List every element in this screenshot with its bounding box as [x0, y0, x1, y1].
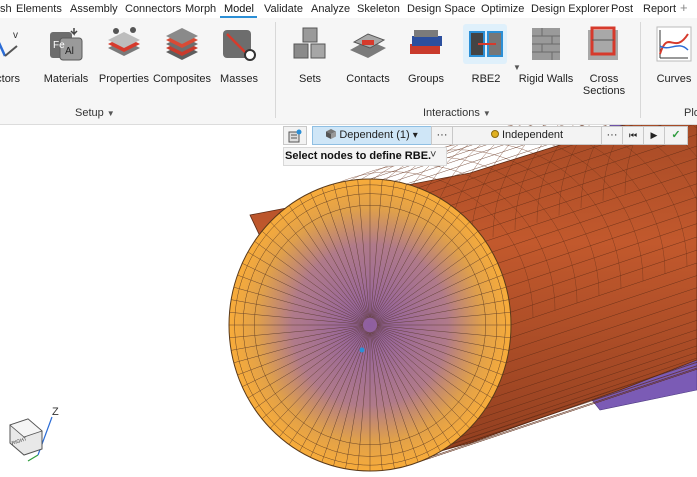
hint-expand-icon[interactable]: ˅	[430, 147, 436, 164]
materials-icon: Fe Al	[50, 28, 83, 61]
curves-icon	[656, 26, 692, 62]
curves-label: Curves	[656, 73, 692, 85]
entity-selector-toolbar: Dependent (1) ▾ ··· Independent ··· ⏮ ▶ …	[283, 126, 697, 145]
masses-tool[interactable]: Masses	[204, 24, 274, 104]
materials-al-text: Al	[65, 46, 74, 57]
cube-icon	[326, 129, 337, 139]
menu-elements[interactable]: Elements	[16, 3, 62, 15]
setup-group-label[interactable]: Setup ▼	[75, 107, 115, 119]
cross-sections-icon	[588, 26, 618, 60]
dependent-more-button[interactable]: ···	[431, 126, 453, 145]
model-scene[interactable]: Z RIGHT	[0, 125, 697, 477]
menu-mesh[interactable]: sh	[0, 3, 12, 15]
z-axis-label: Z	[52, 406, 59, 418]
dependent-selector[interactable]: Dependent (1) ▾	[312, 126, 432, 145]
interactions-caret-icon: ▼	[482, 109, 491, 118]
confirm-check-icon[interactable]: ✓	[664, 126, 688, 145]
vectors-icon: v	[0, 30, 18, 57]
contacts-icon	[350, 33, 386, 58]
cross-sections-label-line2: Sections	[582, 85, 626, 97]
dependent-label: Dependent (1)	[339, 129, 410, 141]
dependent-dropdown-icon: ▾	[412, 130, 418, 141]
menu-model[interactable]: Model	[224, 3, 254, 15]
cross-sections-label-line1: Cross	[589, 73, 619, 85]
ribbon: v ectors Fe Al Materials Properties	[0, 18, 697, 125]
setup-group-text: Setup	[75, 107, 104, 119]
menu-optimize[interactable]: Optimize	[481, 3, 524, 15]
rbe2-icon	[469, 31, 503, 57]
interactions-group-text: Interactions	[423, 107, 480, 119]
menu-design-space[interactable]: Design Space	[407, 3, 476, 15]
model-browser-button[interactable]	[283, 126, 307, 145]
menu-assembly[interactable]: Assembly	[70, 3, 118, 15]
selection-hint: Select nodes to define RBE. ˅	[283, 147, 447, 166]
setup-caret-icon: ▼	[106, 109, 115, 118]
menu-bar: sh Elements Assembly Connectors Morph Mo…	[0, 0, 697, 18]
menu-connectors[interactable]: Connectors	[125, 3, 181, 15]
plot-group-label[interactable]: Plo	[684, 107, 697, 119]
interactions-group-label[interactable]: Interactions ▼	[423, 107, 491, 119]
graphics-viewport[interactable]: Z RIGHT	[0, 125, 697, 477]
masses-label: Masses	[220, 73, 258, 85]
hint-text: Select nodes to define RBE.	[285, 150, 432, 162]
independent-more-button[interactable]: ···	[601, 126, 623, 145]
node-dot-icon	[490, 130, 499, 138]
dependent-node[interactable]	[359, 347, 365, 353]
rigid-walls-icon	[532, 28, 560, 60]
svg-text:v: v	[13, 30, 18, 41]
masses-icon	[223, 30, 256, 61]
materials-fe-text: Fe	[53, 40, 65, 51]
cross-sections-tool[interactable]: Cross Sections	[569, 24, 639, 104]
play-icon[interactable]: ▶	[643, 126, 665, 145]
view-triad[interactable]: Z RIGHT	[9, 406, 59, 462]
menu-morph[interactable]: Morph	[185, 3, 216, 15]
curves-tool[interactable]: Curves	[639, 24, 697, 104]
sets-icon	[293, 27, 326, 59]
y-axis-line	[27, 454, 39, 462]
menu-analyze[interactable]: Analyze	[311, 3, 350, 15]
model-browser-icon	[288, 129, 302, 143]
add-tab-icon[interactable]: +	[680, 0, 688, 15]
independent-selector[interactable]: Independent	[452, 126, 602, 145]
menu-report[interactable]: Report	[643, 3, 676, 15]
properties-icon	[108, 27, 140, 56]
menu-design-explorer[interactable]: Design Explorer	[531, 3, 609, 15]
menu-validate[interactable]: Validate	[264, 3, 303, 15]
cross-sections-label: Cross Sections	[569, 73, 639, 97]
menu-post[interactable]: Post	[611, 3, 633, 15]
first-step-icon[interactable]: ⏮	[622, 126, 644, 145]
composites-icon	[166, 28, 198, 60]
groups-icon	[410, 30, 442, 54]
menu-skeleton[interactable]: Skeleton	[357, 3, 400, 15]
independent-label: Independent	[501, 129, 564, 141]
